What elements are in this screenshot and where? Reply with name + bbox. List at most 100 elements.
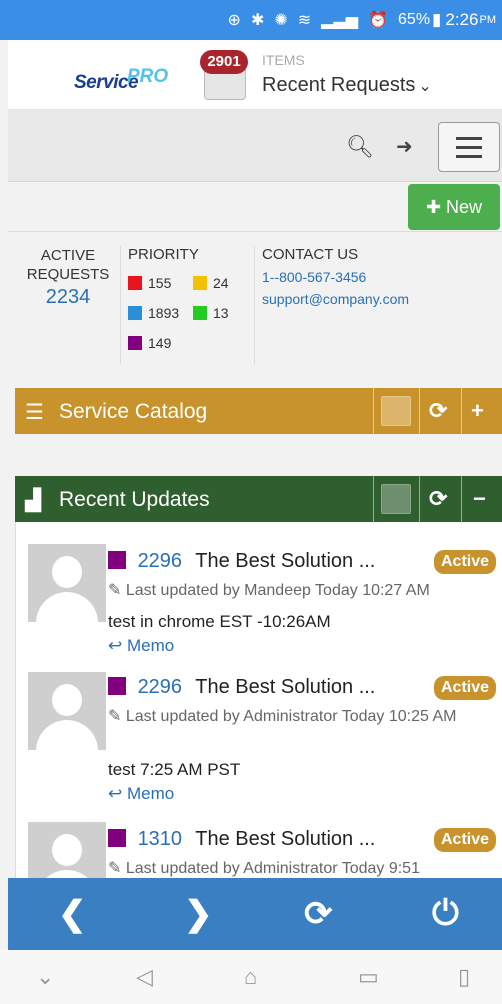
refresh-icon[interactable]: ⟳ — [304, 894, 333, 934]
update-meta-text: Last updated by Mandeep Today 10:27 AM — [125, 582, 430, 599]
priority-count: 1893 — [148, 305, 180, 321]
active-requests-count: 2234 — [45, 286, 91, 308]
action-bar: ✚ New — [8, 182, 502, 232]
view-selector-dropdown[interactable]: Recent Requests ⌄ — [262, 74, 432, 97]
color-swatch-button[interactable] — [381, 484, 411, 514]
list-icon: ☰ — [25, 401, 44, 424]
priority-item-blue[interactable]: 1893 — [128, 305, 193, 321]
contact-label: CONTACT US — [262, 246, 359, 263]
priority-label: PRIORITY — [128, 246, 199, 263]
status-badge: Active — [434, 676, 497, 700]
request-id-link[interactable]: 2296 — [138, 550, 183, 572]
contact-us: CONTACT US 1--800-567-3456 support@compa… — [262, 246, 409, 307]
new-button-label: New — [446, 197, 483, 217]
phone-link[interactable]: 1--800-567-3456 — [262, 269, 409, 285]
page-title: Recent Requests — [262, 74, 416, 96]
update-title-line[interactable]: 1310 The Best Solution ... — [108, 828, 375, 851]
priority-count: 13 — [213, 305, 229, 321]
priority-swatch — [193, 276, 207, 290]
update-meta-text: Last updated by Administrator Today 9:51 — [125, 860, 420, 877]
signal-icon: ▂▃▅ — [321, 12, 359, 29]
priority-item-purple[interactable]: 149 — [128, 335, 193, 351]
status-badge: Active — [434, 550, 497, 574]
priority-swatch — [108, 677, 126, 695]
active-requests-stat[interactable]: ACTIVE REQUESTS 2234 — [22, 246, 114, 307]
power-icon[interactable]: ⏻ — [432, 894, 459, 933]
search-icon[interactable]: 🔍︎ — [346, 134, 374, 160]
request-id-link[interactable]: 1310 — [138, 828, 183, 850]
priority-swatch — [128, 306, 142, 320]
servicepro-logo[interactable]: Service PRO — [64, 54, 168, 100]
recent-updates-list: 2296 The Best Solution ... Active ✎ Last… — [15, 522, 502, 878]
logout-icon[interactable]: ➜ — [396, 134, 413, 159]
bottom-nav-bar: ❮ ❯ ⟳ ⏻ — [8, 878, 502, 950]
battery-text: 65% — [398, 11, 431, 28]
priority-stat: PRIORITY 155 24 1893 13 149 — [128, 246, 258, 365]
avatar — [28, 672, 106, 750]
request-title: The Best Solution ... — [195, 676, 376, 698]
items-button[interactable]: 2901 — [200, 50, 250, 102]
update-text: test in chrome EST -10:26AM — [108, 612, 331, 631]
bluetooth-icon: ✱ — [250, 12, 265, 29]
recent-updates-title: Recent Updates — [59, 488, 210, 511]
rotate-icon[interactable]: ▯ — [458, 964, 470, 990]
status-badge: Active — [434, 828, 497, 852]
refresh-icon[interactable]: ⟳ — [429, 398, 447, 424]
update-title-line[interactable]: 2296 The Best Solution ... — [108, 550, 375, 573]
back-triangle-icon[interactable]: ◁ — [136, 964, 153, 990]
reply-icon: ↩ — [108, 636, 127, 655]
request-title: The Best Solution ... — [195, 550, 376, 572]
memo-label: Memo — [126, 784, 175, 803]
service-catalog-panel-header[interactable]: ☰ Service Catalog ⟳ + — [15, 388, 502, 434]
new-request-button[interactable]: ✚ New — [408, 184, 500, 230]
priority-count: 149 — [148, 335, 172, 351]
memo-link[interactable]: ↩ Memo — [108, 636, 174, 656]
add-circle-icon: ⊕ — [227, 12, 241, 29]
forward-chevron-icon[interactable]: ❯ — [184, 894, 213, 934]
update-meta: ✎ Last updated by Mandeep Today 10:27 AM — [108, 580, 494, 602]
divider — [254, 246, 255, 364]
items-count-badge: 2901 — [200, 50, 248, 74]
priority-item-green[interactable]: 13 — [193, 305, 258, 321]
requests-label: REQUESTS — [26, 266, 110, 283]
email-link[interactable]: support@company.com — [262, 291, 409, 307]
refresh-icon[interactable]: ⟳ — [429, 486, 447, 512]
stats-summary: ACTIVE REQUESTS 2234 PRIORITY 155 24 189… — [8, 240, 502, 370]
request-id-link[interactable]: 2296 — [138, 676, 183, 698]
back-chevron-icon[interactable]: ❮ — [58, 894, 87, 934]
hamburger-line — [456, 155, 482, 158]
edit-icon: ✎ — [108, 582, 126, 599]
recents-icon[interactable]: ▭ — [358, 964, 379, 990]
priority-item-yellow[interactable]: 24 — [193, 275, 258, 291]
app-header: Service PRO 2901 ITEMS Recent Requests ⌄ — [8, 40, 502, 110]
clock-ampm: PM — [479, 14, 497, 26]
toolbar: 🔍︎ ➜ — [8, 110, 502, 182]
wifi-icon: ≋ — [297, 12, 312, 29]
priority-swatch — [128, 336, 142, 350]
update-meta: ✎ Last updated by Administrator Today 9:… — [108, 858, 494, 878]
items-label: ITEMS — [262, 52, 305, 68]
expand-plus-icon[interactable]: + — [471, 398, 484, 424]
divider — [373, 476, 374, 522]
settings-icon: ✺ — [274, 12, 288, 29]
menu-button[interactable] — [438, 122, 500, 172]
status-bar: ⊕ ✱ ✺ ≋ ▂▃▅ ⏰ 65% ▮ 2:26 PM — [0, 0, 502, 40]
keyboard-down-icon[interactable]: ⌄ — [36, 964, 54, 990]
home-icon[interactable]: ⌂ — [244, 964, 257, 990]
plus-icon: ✚ — [425, 197, 442, 217]
recent-updates-panel-header[interactable]: ▟ Recent Updates ⟳ − — [15, 476, 502, 522]
color-swatch-button[interactable] — [381, 396, 411, 426]
avatar — [28, 544, 106, 622]
divider — [419, 388, 420, 434]
priority-swatch — [108, 551, 126, 569]
priority-swatch — [128, 276, 142, 290]
update-meta: ✎ Last updated by Administrator Today 10… — [108, 706, 494, 728]
memo-label: Memo — [126, 636, 175, 655]
memo-link[interactable]: ↩ Memo — [108, 784, 174, 804]
collapse-minus-icon[interactable]: − — [473, 486, 486, 512]
update-title-line[interactable]: 2296 The Best Solution ... — [108, 676, 375, 699]
priority-item-red[interactable]: 155 — [128, 275, 193, 291]
reply-icon: ↩ — [108, 784, 127, 803]
hamburger-line — [456, 146, 482, 149]
battery-icon: ▮ — [432, 10, 442, 29]
